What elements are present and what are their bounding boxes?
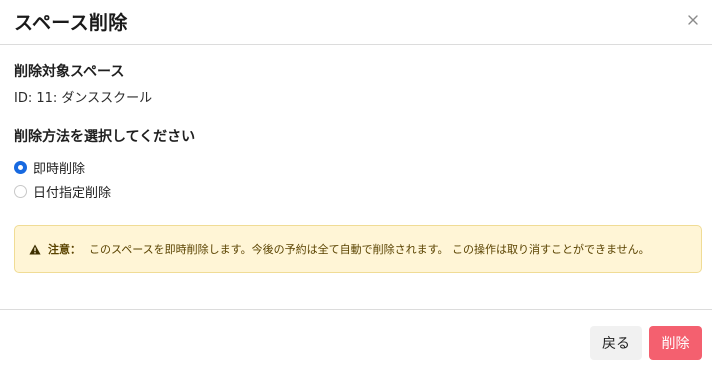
warning-icon [29,244,41,254]
target-space-heading: 削除対象スペース [14,64,125,80]
warning-notice: 注意： このスペースを即時削除します。今後の予約は全て自動で削除されます。 この… [14,225,702,273]
radio-scheduled-label: 日付指定削除 [33,185,112,201]
delete-space-modal: スペース削除 削除対象スペース ID: 11: ダンススクール 削除方法を選択し… [0,0,712,371]
delete-method-heading: 削除方法を選択してください [14,129,196,145]
target-space-value: ID: 11: ダンススクール [14,91,153,106]
radio-immediate[interactable] [14,160,27,174]
radio-immediate-label: 即時削除 [33,161,86,177]
notice-label: 注意： [48,243,81,256]
modal-title: スペース削除 [14,12,128,34]
notice-text: このスペースを即時削除します。今後の予約は全て自動で削除されます。 この操作は取… [89,243,650,256]
radio-option-scheduled[interactable]: 日付指定削除 [14,182,112,201]
modal-header: スペース削除 [0,0,712,45]
close-icon [688,15,698,25]
back-button[interactable]: 戻る [590,326,642,360]
delete-button[interactable]: 削除 [649,326,702,360]
radio-option-immediate[interactable]: 即時削除 [14,158,86,177]
radio-scheduled[interactable] [14,184,27,198]
close-button[interactable] [682,9,704,31]
modal-footer: 戻る 削除 [0,309,712,371]
